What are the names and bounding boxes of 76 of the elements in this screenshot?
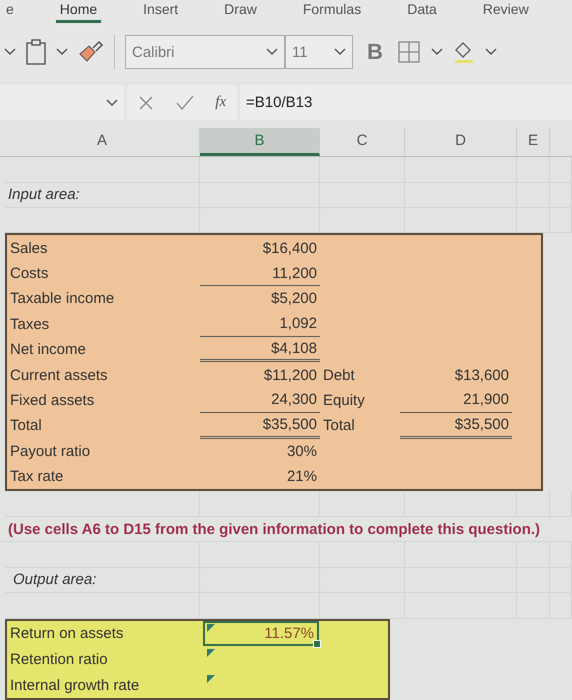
ribbon-tab[interactable]: Draw xyxy=(220,0,261,23)
ribbon-tab[interactable]: Review xyxy=(478,0,533,23)
bold-button[interactable]: B xyxy=(363,39,387,66)
clipboard-icon[interactable] xyxy=(26,39,46,66)
chevron-down-icon[interactable] xyxy=(334,48,346,56)
sheet-cell[interactable] xyxy=(320,491,405,517)
error-indicator-icon xyxy=(207,675,215,684)
instruction-text: (Use cells A6 to D15 from the given information to complete this question.) xyxy=(8,520,540,538)
sheet-cell[interactable] xyxy=(320,157,405,183)
fill-bucket-icon[interactable] xyxy=(452,40,475,64)
table-cell-text: $13,600 xyxy=(454,366,510,386)
error-indicator-icon xyxy=(207,649,215,658)
table-cell-text: $11,200 xyxy=(262,366,318,386)
sheet-cell[interactable] xyxy=(200,491,320,517)
table-cell: Total xyxy=(323,417,355,434)
table-cell: 24,300 xyxy=(200,388,320,414)
chevron-down-icon[interactable] xyxy=(430,48,443,56)
table-cell: $35,500 xyxy=(200,413,320,439)
formula-field[interactable]: =B10/B13 xyxy=(240,84,572,120)
sheet-cell[interactable] xyxy=(517,491,550,517)
font-size-field[interactable]: 11 xyxy=(285,35,353,70)
borders-icon[interactable] xyxy=(396,40,421,64)
table-cell: Equity xyxy=(323,392,365,409)
table-cell: $35,500 xyxy=(400,413,512,439)
cancel-icon[interactable] xyxy=(138,94,154,111)
chevron-down-icon[interactable] xyxy=(56,48,68,56)
ribbon-tab[interactable]: Formulas xyxy=(298,0,366,23)
section-label: Input area: xyxy=(8,186,80,204)
table-cell: Payout ratio xyxy=(10,442,90,460)
table-cell: Sales xyxy=(10,240,48,257)
check-icon[interactable] xyxy=(176,94,194,111)
chevron-down-icon[interactable] xyxy=(4,48,16,56)
table-cell: 21,900 xyxy=(400,388,512,414)
ribbon-tab[interactable]: Data xyxy=(403,0,441,23)
sheet-cell[interactable] xyxy=(517,157,550,183)
table-cell: Internal growth rate xyxy=(10,676,140,694)
table-cell: Current assets xyxy=(10,366,108,384)
ribbon-tab[interactable]: e xyxy=(2,0,18,23)
table-cell: Retention ratio xyxy=(10,650,108,668)
chevron-down-icon[interactable] xyxy=(106,98,118,107)
sheet-cell[interactable] xyxy=(405,491,517,517)
column-header[interactable]: B xyxy=(200,128,320,156)
column-header[interactable]: E xyxy=(517,128,550,156)
section-label: Output area: xyxy=(13,571,96,588)
table-cell: Taxable income xyxy=(10,290,114,308)
fill-handle[interactable] xyxy=(313,640,321,648)
column-header[interactable]: D xyxy=(405,128,517,156)
table-cell: Fixed assets xyxy=(10,392,94,409)
table-cell-text: $5,200 xyxy=(270,289,318,310)
table-cell: Net income xyxy=(10,341,86,358)
table-cell-text: $16,400 xyxy=(262,238,318,259)
table-cell: Taxes xyxy=(10,316,50,333)
output-cell[interactable]: 11.57% xyxy=(203,620,319,646)
column-header[interactable]: C xyxy=(320,128,405,156)
sheet-cell[interactable] xyxy=(550,157,572,183)
table-cell: Debt xyxy=(323,366,355,384)
table-cell: 11,200 xyxy=(200,260,320,286)
sheet-cell[interactable] xyxy=(405,157,517,183)
table-cell: Tax rate xyxy=(10,468,64,486)
format-painter-icon[interactable] xyxy=(78,40,104,64)
error-indicator-icon xyxy=(207,624,215,632)
insert-function-button[interactable]: fx xyxy=(215,94,226,112)
table-cell: Costs xyxy=(10,265,48,282)
chevron-down-icon[interactable] xyxy=(484,48,497,56)
ribbon-tab[interactable]: Insert xyxy=(139,0,182,23)
table-cell-text: 30% xyxy=(286,442,318,462)
sheet-cell[interactable] xyxy=(200,157,320,183)
table-cell: Return on assets xyxy=(10,625,124,642)
font-name-field[interactable]: Calibri xyxy=(125,35,285,70)
chevron-down-icon[interactable] xyxy=(266,48,278,56)
table-cell-text: 21% xyxy=(286,467,318,488)
table-cell: Total xyxy=(10,417,42,434)
sheet-cell[interactable] xyxy=(5,157,200,183)
table-cell: 1,092 xyxy=(200,312,320,337)
sheet-cell[interactable] xyxy=(5,491,200,517)
table-cell: $4,108 xyxy=(200,336,320,362)
